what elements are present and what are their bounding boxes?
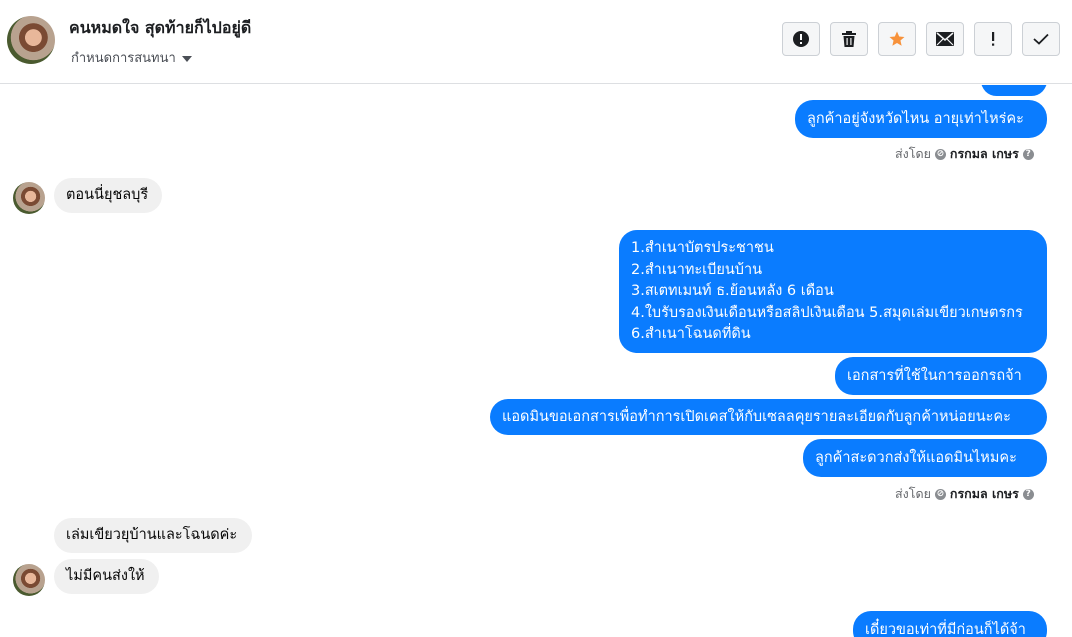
star-button[interactable] <box>878 22 916 56</box>
message-bubble-partial <box>981 85 1047 96</box>
contact-avatar-small <box>13 564 45 596</box>
document-line-1: 1.สำเนาบัตรประชาชน <box>631 240 774 256</box>
document-line-3: 3.สเตทเมนท์ ธ.ย้อนหลัง 6 เดือน <box>631 283 834 299</box>
sent-by-text: ส่งโดย <box>895 146 931 161</box>
checkmark-icon <box>1033 33 1049 45</box>
delete-button[interactable] <box>830 22 868 56</box>
message-bubble-incoming: ไม่มีคนส่งให้ <box>54 559 159 594</box>
envelope-icon <box>936 32 954 46</box>
page-badge-icon: ⊘ <box>934 488 946 500</box>
document-line-5: 6.สำเนาโฉนดที่ดิน <box>631 326 751 342</box>
message-bubble-outgoing: แอดมินขอเอกสารเพื่อทำการเปิดเคสให้กับเซล… <box>490 399 1047 435</box>
sent-by-label: ส่งโดย ⊘ กรกมล เกษร ? <box>895 144 1034 164</box>
page-badge-icon: ⊘ <box>934 148 946 160</box>
sent-by-label: ส่งโดย ⊘ กรกมล เกษร ? <box>895 484 1034 504</box>
contact-avatar-small <box>13 182 45 214</box>
message-bubble-outgoing: เอกสารที่ใช้ในการออกรถจ้า <box>835 357 1047 395</box>
message-bubble-outgoing: เดี๋ยวขอเท่าที่มีก่อนก็ได้จ้า <box>853 611 1047 637</box>
help-icon[interactable]: ? <box>1022 148 1034 160</box>
sender-name[interactable]: กรกมล เกษร <box>950 144 1019 164</box>
caret-down-icon <box>181 55 192 62</box>
mark-important-button[interactable] <box>974 22 1012 56</box>
contact-name[interactable]: คนหมดใจ สุดท้ายก็ไปอยู่ดี <box>69 16 251 41</box>
message-thread[interactable]: ลูกค้าอยู่จังหวัดไหน อายุเท่าไหร่คะ ส่งโ… <box>0 85 1072 637</box>
alert-circle-icon <box>793 31 809 47</box>
star-icon <box>889 31 905 46</box>
contact-avatar[interactable] <box>7 16 55 64</box>
document-line-2: 2.สำเนาทะเบียนบ้าน <box>631 261 763 278</box>
exclamation-icon <box>992 32 995 46</box>
message-bubble-outgoing: ลูกค้าอยู่จังหวัดไหน อายุเท่าไหร่คะ <box>795 100 1047 138</box>
document-line-4: 4.ใบรับรองเงินเดือนหรือสลิปเงินเดือน 5.ส… <box>631 304 1023 321</box>
message-bubble-outgoing: ลูกค้าสะดวกส่งให้แอดมินไหมคะ <box>803 439 1047 477</box>
trash-icon <box>842 31 856 47</box>
message-bubble-incoming: เล่มเขียวยุบ้านและโฉนดค่ะ <box>54 518 252 553</box>
message-bubble-incoming: ตอนนี่ยุชลบุรี <box>54 178 162 213</box>
message-bubble-outgoing-document-list: 1.สำเนาบัตรประชาชน 2.สำเนาทะเบียนบ้าน 3.… <box>619 230 1047 353</box>
mark-spam-button[interactable] <box>782 22 820 56</box>
sent-by-text: ส่งโดย <box>895 486 931 501</box>
conversation-header: คนหมดใจ สุดท้ายก็ไปอยู่ดี กำหนดการสนทนา <box>0 0 1072 84</box>
mark-done-button[interactable] <box>1022 22 1060 56</box>
help-icon[interactable]: ? <box>1022 488 1034 500</box>
mark-unread-button[interactable] <box>926 22 964 56</box>
assign-label: กำหนดการสนทนา <box>71 51 176 66</box>
assign-conversation-dropdown[interactable]: กำหนดการสนทนา <box>71 47 192 68</box>
sender-name[interactable]: กรกมล เกษร <box>950 484 1019 504</box>
